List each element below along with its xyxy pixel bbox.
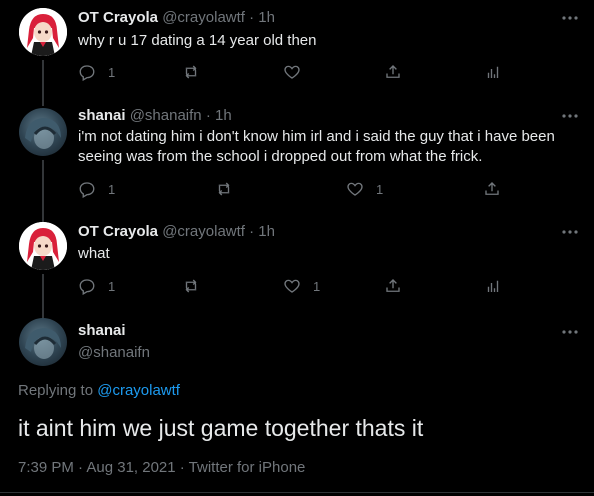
retweet-icon — [218, 182, 230, 196]
like-button[interactable]: 1 — [283, 276, 320, 296]
share-button[interactable] — [384, 276, 402, 296]
retweet-button[interactable] — [182, 276, 212, 296]
share-icon — [386, 279, 400, 292]
thread-connector — [42, 60, 44, 100]
retweet-icon — [185, 65, 197, 79]
analytics-icon — [487, 280, 499, 292]
main-tweet-name[interactable]: shanai — [78, 321, 126, 341]
replying-to: Replying to @crayolawtf — [18, 382, 180, 399]
tweet-time[interactable]: 1h — [258, 9, 275, 26]
display-name[interactable]: OT Crayola — [78, 223, 158, 240]
anime-avatar-icon — [25, 118, 61, 149]
retweet-button[interactable] — [215, 179, 245, 199]
tweet-text: i'm not dating him i don't know him irl … — [78, 128, 555, 165]
like-button[interactable] — [283, 62, 313, 82]
anime-girl-avatar-icon — [19, 222, 67, 270]
reply-button[interactable]: 1 — [78, 62, 115, 82]
analytics-button[interactable] — [484, 62, 502, 82]
reply-count: 1 — [108, 181, 116, 197]
reply-icon — [79, 65, 95, 81]
more-options-icon[interactable] — [560, 106, 580, 126]
user-handle[interactable]: @crayolawtf — [162, 9, 245, 26]
retweet-button[interactable] — [182, 62, 212, 82]
like-count: 1 — [376, 181, 384, 197]
tweet-header: OT Crayola @crayolawtf · 1h — [78, 8, 275, 28]
heart-icon — [347, 182, 363, 196]
thread-connector — [42, 100, 44, 106]
more-options-icon[interactable] — [560, 322, 580, 342]
share-button[interactable] — [384, 62, 402, 82]
share-button[interactable] — [483, 179, 501, 199]
retweet-icon — [185, 279, 197, 293]
avatar[interactable] — [19, 8, 67, 56]
replying-to-label: Replying to — [18, 382, 94, 399]
more-options-icon[interactable] — [560, 8, 580, 28]
main-tweet-text: it aint him we just game together thats … — [18, 415, 424, 441]
avatar[interactable] — [19, 318, 67, 366]
display-name[interactable]: shanai — [78, 107, 126, 124]
avatar[interactable] — [19, 108, 67, 156]
tweet-text: why r u 17 dating a 14 year old then — [78, 32, 317, 49]
mention-link[interactable]: @crayolawtf — [97, 382, 180, 399]
tweet-header: shanai @shanaifn · 1h — [78, 106, 232, 126]
user-handle[interactable]: @shanaifn — [130, 107, 202, 124]
analytics-button[interactable] — [484, 276, 502, 296]
reply-button[interactable]: 1 — [78, 179, 115, 199]
separator: · — [249, 9, 255, 26]
thread-connector — [42, 160, 44, 226]
heart-icon — [284, 279, 300, 293]
like-count: 1 — [313, 278, 321, 294]
analytics-icon — [487, 66, 499, 78]
avatar[interactable] — [19, 222, 67, 270]
reply-count: 1 — [108, 64, 116, 80]
user-handle[interactable]: @crayolawtf — [162, 223, 245, 240]
main-tweet-handle[interactable]: @shanaifn — [78, 343, 150, 363]
tweet-time[interactable]: 1h — [258, 223, 275, 240]
anime-girl-avatar-icon — [19, 8, 67, 56]
share-icon — [485, 182, 499, 195]
thread-connector — [42, 274, 44, 320]
separator: · — [249, 223, 255, 240]
reply-icon — [79, 182, 95, 198]
tweet-timestamp[interactable]: 7:39 PM · Aug 31, 2021 · Twitter for iPh… — [18, 459, 305, 476]
display-name[interactable]: OT Crayola — [78, 9, 158, 26]
heart-icon — [284, 65, 300, 79]
more-options-icon[interactable] — [560, 222, 580, 242]
reply-button[interactable]: 1 — [78, 276, 115, 296]
reply-count: 1 — [108, 278, 116, 294]
tweet-text: what — [78, 245, 110, 262]
anime-avatar-icon — [25, 328, 61, 359]
reply-icon — [79, 279, 95, 295]
divider — [0, 492, 594, 493]
tweet-time[interactable]: 1h — [215, 107, 232, 124]
separator: · — [205, 107, 211, 124]
share-icon — [386, 65, 400, 78]
tweet-header: OT Crayola @crayolawtf · 1h — [78, 222, 275, 242]
like-button[interactable]: 1 — [346, 179, 383, 199]
